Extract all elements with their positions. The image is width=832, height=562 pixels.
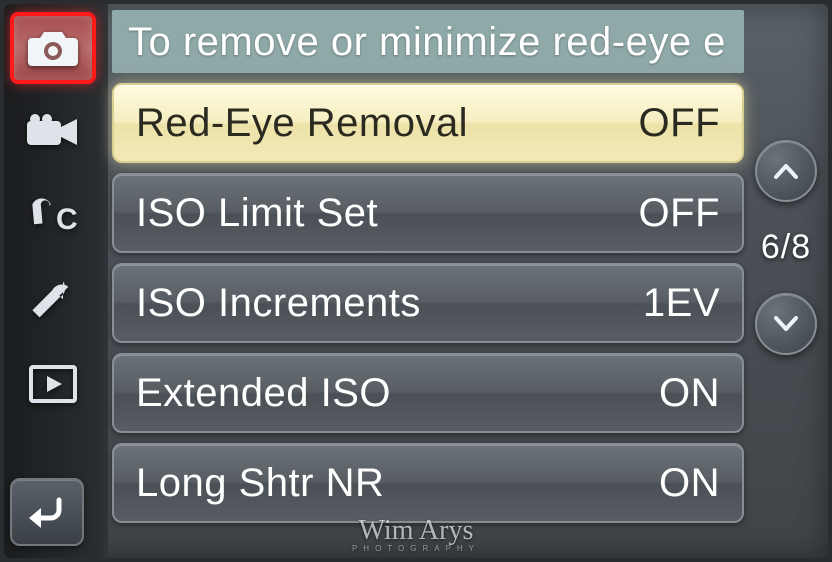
help-hint-text: To remove or minimize red-eye e [128,20,726,64]
menu-item-value: OFF [639,191,720,236]
menu-item-red-eye-removal[interactable]: Red-Eye Removal OFF [112,83,744,163]
menu-item-value: ON [659,371,720,416]
wrench-c-icon: C [24,195,82,237]
menu-panel: To remove or minimize red-eye e Red-Eye … [112,10,744,552]
menu-item-value: 1EV [643,281,720,326]
return-arrow-icon [25,494,69,530]
menu-item-value: ON [659,461,720,506]
tab-setup[interactable] [10,264,96,336]
menu-item-iso-limit-set[interactable]: ISO Limit Set OFF [112,173,744,253]
page-up-button[interactable] [755,140,817,202]
page-indicator: 6/8 [761,228,811,267]
menu-item-label: ISO Increments [136,281,421,326]
camera-icon [26,28,80,68]
menu-item-label: ISO Limit Set [136,191,378,236]
menu-item-label: Red-Eye Removal [136,101,468,146]
play-icon [28,364,78,404]
menu-item-extended-iso[interactable]: Extended ISO ON [112,353,744,433]
camera-menu-screen: C To remove or minimize red-eye e [4,4,828,558]
chevron-down-icon [774,316,798,332]
page-down-button[interactable] [755,293,817,355]
chevron-up-icon [774,163,798,179]
left-tab-rail: C [4,4,108,558]
video-camera-icon [25,113,81,151]
help-hint-bar: To remove or minimize red-eye e [112,10,744,73]
menu-item-label: Extended ISO [136,371,391,416]
tab-playback[interactable] [10,348,96,420]
tab-photo[interactable] [10,12,96,84]
menu-item-value: OFF [639,101,720,146]
menu-item-iso-increments[interactable]: ISO Increments 1EV [112,263,744,343]
wrench-icon [27,276,79,324]
menu-item-long-shtr-nr[interactable]: Long Shtr NR ON [112,443,744,523]
menu-item-label: Long Shtr NR [136,461,384,506]
tab-custom[interactable]: C [10,180,96,252]
svg-text:C: C [56,203,78,236]
tab-video[interactable] [10,96,96,168]
back-button[interactable] [10,478,84,546]
page-nav: 6/8 [748,140,824,355]
